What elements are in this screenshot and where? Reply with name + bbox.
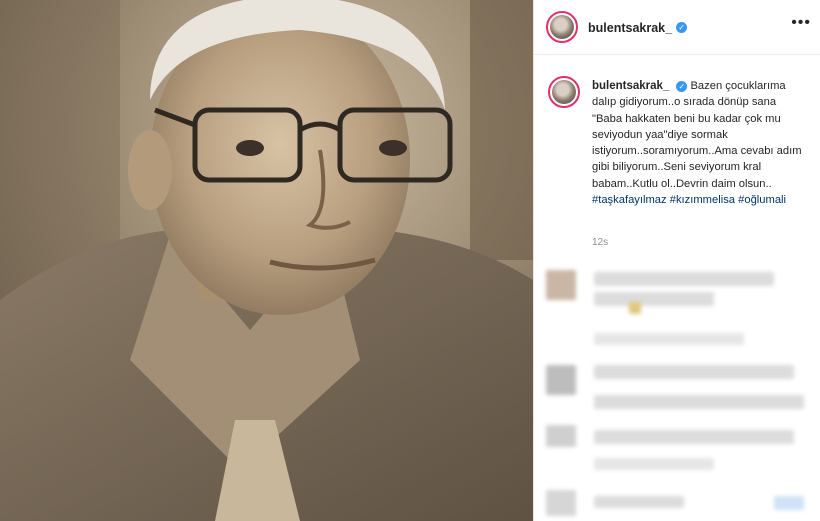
more-options-icon[interactable]: ••• — [791, 14, 811, 32]
comment-text-blur — [594, 430, 794, 444]
hashtag-link[interactable]: #kızımmelisa — [670, 194, 735, 206]
comment-meta-blur — [594, 333, 744, 345]
comment-avatar-blur — [546, 270, 576, 300]
comment-meta-blur — [594, 458, 714, 470]
author-avatar[interactable] — [546, 11, 578, 43]
hashtag-link[interactable]: #taşkafayılmaz — [592, 194, 667, 206]
caption-avatar[interactable] — [548, 76, 580, 108]
hashtag-link[interactable]: #oğlumali — [738, 194, 786, 206]
caption-username[interactable]: bulentsakrak_ — [592, 80, 669, 92]
comment-text-blur — [594, 395, 804, 409]
author-name-row: bulentsakrak_ ✓ — [588, 19, 688, 37]
post-caption: bulentsakrak_ ✓ Bazen çocuklarıma dalıp g… — [592, 78, 808, 208]
comment-text-blur — [594, 292, 714, 306]
post-photo[interactable] — [0, 0, 533, 521]
author-username[interactable]: bulentsakrak_ — [588, 21, 672, 35]
comment-avatar-blur — [546, 425, 576, 447]
comment-avatar-blur — [546, 365, 576, 395]
comment-text-blur — [594, 365, 794, 379]
caption-verified-icon: ✓ — [676, 80, 688, 92]
portrait-image — [0, 0, 533, 521]
comment-like-blur — [774, 496, 804, 510]
comment-text-blur — [594, 496, 684, 508]
comment-text-blur — [594, 272, 774, 286]
verified-icon: ✓ — [676, 22, 688, 34]
post-panel: bulentsakrak_ ✓ ••• bulentsakrak_ ✓ Bazen … — [533, 0, 820, 521]
post-timestamp: 12s — [592, 237, 609, 248]
caption-text: Bazen çocuklarıma dalıp gidiyorum..o sır… — [592, 80, 802, 190]
comment-emoji-blur — [629, 302, 641, 314]
comment-avatar-blur — [546, 490, 576, 516]
post-header: bulentsakrak_ ✓ ••• — [534, 0, 820, 55]
